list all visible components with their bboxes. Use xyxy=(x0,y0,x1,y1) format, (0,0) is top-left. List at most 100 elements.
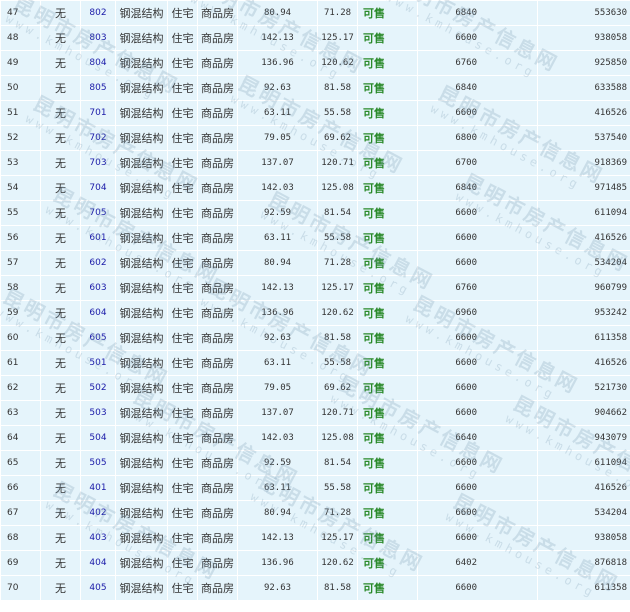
row-index: 48 xyxy=(0,25,41,51)
property-type-cell: 商品房 xyxy=(197,125,238,151)
usage-cell: 住宅 xyxy=(167,325,198,351)
unit-price-cell: 6840 xyxy=(417,75,538,101)
usage-cell: 住宅 xyxy=(167,375,198,401)
row-none-mark: 无 xyxy=(40,400,81,426)
usage-cell: 住宅 xyxy=(167,200,198,226)
status-badge: 可售 xyxy=(357,375,418,401)
property-type-cell: 商品房 xyxy=(197,400,238,426)
property-type-cell: 商品房 xyxy=(197,175,238,201)
inner-area-cell: 125.17 xyxy=(317,275,358,301)
structure-cell: 钢混结构 xyxy=(115,425,168,451)
inner-area-cell: 55.58 xyxy=(317,225,358,251)
usage-cell: 住宅 xyxy=(167,450,198,476)
usage-cell: 住宅 xyxy=(167,175,198,201)
table-row: 66 无 401 钢混结构 住宅 商品房 63.11 55.58 可售 6600… xyxy=(0,475,630,501)
room-number: 504 xyxy=(80,425,116,451)
table-row: 50 无 805 钢混结构 住宅 商品房 92.63 81.58 可售 6840… xyxy=(0,75,630,101)
table-row: 54 无 704 钢混结构 住宅 商品房 142.03 125.08 可售 68… xyxy=(0,175,630,201)
total-price-cell: 416526 xyxy=(537,100,630,126)
usage-cell: 住宅 xyxy=(167,500,198,526)
property-type-cell: 商品房 xyxy=(197,275,238,301)
structure-cell: 钢混结构 xyxy=(115,250,168,276)
table-row: 57 无 602 钢混结构 住宅 商品房 80.94 71.28 可售 6600… xyxy=(0,250,630,276)
structure-cell: 钢混结构 xyxy=(115,400,168,426)
status-badge: 可售 xyxy=(357,125,418,151)
status-badge: 可售 xyxy=(357,350,418,376)
building-area-cell: 142.03 xyxy=(237,425,318,451)
building-area-cell: 80.94 xyxy=(237,500,318,526)
structure-cell: 钢混结构 xyxy=(115,0,168,26)
usage-cell: 住宅 xyxy=(167,100,198,126)
building-area-cell: 92.63 xyxy=(237,575,318,601)
unit-price-cell: 6640 xyxy=(417,425,538,451)
property-type-cell: 商品房 xyxy=(197,75,238,101)
inner-area-cell: 120.71 xyxy=(317,400,358,426)
building-area-cell: 142.03 xyxy=(237,175,318,201)
usage-cell: 住宅 xyxy=(167,400,198,426)
inner-area-cell: 125.08 xyxy=(317,175,358,201)
property-type-cell: 商品房 xyxy=(197,50,238,76)
room-number: 804 xyxy=(80,50,116,76)
row-index: 55 xyxy=(0,200,41,226)
row-none-mark: 无 xyxy=(40,225,81,251)
table-row: 49 无 804 钢混结构 住宅 商品房 136.96 120.62 可售 67… xyxy=(0,50,630,76)
status-badge: 可售 xyxy=(357,200,418,226)
building-area-cell: 142.13 xyxy=(237,25,318,51)
table-row: 67 无 402 钢混结构 住宅 商品房 80.94 71.28 可售 6600… xyxy=(0,500,630,526)
room-number: 601 xyxy=(80,225,116,251)
row-index: 61 xyxy=(0,350,41,376)
table-row: 63 无 503 钢混结构 住宅 商品房 137.07 120.71 可售 66… xyxy=(0,400,630,426)
room-number: 603 xyxy=(80,275,116,301)
structure-cell: 钢混结构 xyxy=(115,450,168,476)
total-price-cell: 537540 xyxy=(537,125,630,151)
row-none-mark: 无 xyxy=(40,500,81,526)
building-area-cell: 79.05 xyxy=(237,375,318,401)
unit-price-cell: 6600 xyxy=(417,25,538,51)
inner-area-cell: 120.71 xyxy=(317,150,358,176)
table-row: 47 无 802 钢混结构 住宅 商品房 80.94 71.28 可售 6840… xyxy=(0,0,630,26)
inner-area-cell: 125.08 xyxy=(317,425,358,451)
unit-price-cell: 6600 xyxy=(417,100,538,126)
property-type-cell: 商品房 xyxy=(197,200,238,226)
room-number: 505 xyxy=(80,450,116,476)
row-index: 53 xyxy=(0,150,41,176)
row-none-mark: 无 xyxy=(40,150,81,176)
room-number: 704 xyxy=(80,175,116,201)
room-number: 405 xyxy=(80,575,116,601)
status-badge: 可售 xyxy=(357,150,418,176)
building-area-cell: 80.94 xyxy=(237,0,318,26)
status-badge: 可售 xyxy=(357,25,418,51)
unit-price-cell: 6600 xyxy=(417,400,538,426)
inner-area-cell: 81.54 xyxy=(317,450,358,476)
row-none-mark: 无 xyxy=(40,575,81,601)
building-area-cell: 63.11 xyxy=(237,225,318,251)
row-index: 70 xyxy=(0,575,41,601)
room-number: 502 xyxy=(80,375,116,401)
room-number: 404 xyxy=(80,550,116,576)
structure-cell: 钢混结构 xyxy=(115,575,168,601)
property-type-cell: 商品房 xyxy=(197,575,238,601)
property-type-cell: 商品房 xyxy=(197,350,238,376)
usage-cell: 住宅 xyxy=(167,275,198,301)
row-none-mark: 无 xyxy=(40,425,81,451)
row-index: 69 xyxy=(0,550,41,576)
table-row: 56 无 601 钢混结构 住宅 商品房 63.11 55.58 可售 6600… xyxy=(0,225,630,251)
inner-area-cell: 81.54 xyxy=(317,200,358,226)
total-price-cell: 534204 xyxy=(537,500,630,526)
unit-price-cell: 6840 xyxy=(417,0,538,26)
status-badge: 可售 xyxy=(357,275,418,301)
property-type-cell: 商品房 xyxy=(197,500,238,526)
building-area-cell: 137.07 xyxy=(237,400,318,426)
table-row: 70 无 405 钢混结构 住宅 商品房 92.63 81.58 可售 6600… xyxy=(0,575,630,601)
usage-cell: 住宅 xyxy=(167,425,198,451)
row-none-mark: 无 xyxy=(40,250,81,276)
usage-cell: 住宅 xyxy=(167,575,198,601)
status-badge: 可售 xyxy=(357,175,418,201)
structure-cell: 钢混结构 xyxy=(115,325,168,351)
building-area-cell: 92.59 xyxy=(237,200,318,226)
unit-price-cell: 6760 xyxy=(417,50,538,76)
table-row: 58 无 603 钢混结构 住宅 商品房 142.13 125.17 可售 67… xyxy=(0,275,630,301)
property-type-cell: 商品房 xyxy=(197,300,238,326)
table-row: 55 无 705 钢混结构 住宅 商品房 92.59 81.54 可售 6600… xyxy=(0,200,630,226)
room-number: 805 xyxy=(80,75,116,101)
